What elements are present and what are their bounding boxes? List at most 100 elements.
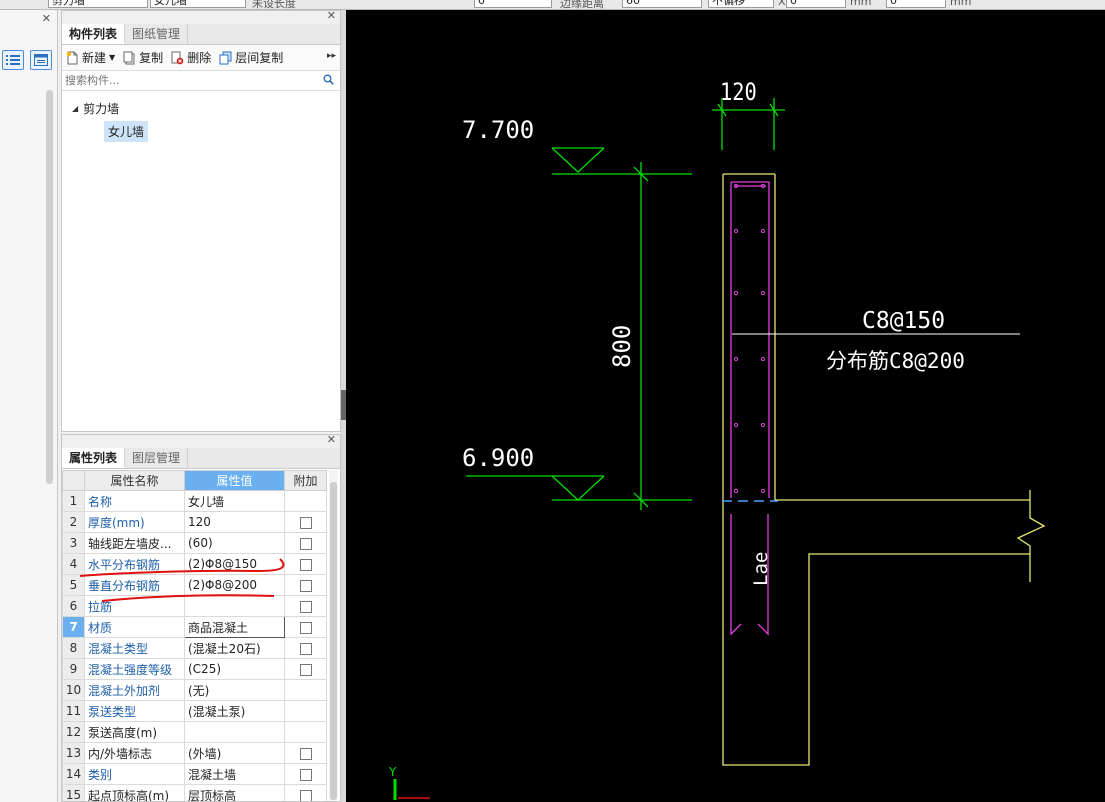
property-row[interactable]: 15 起点顶标高(m) 层顶标高 — [62, 784, 327, 801]
property-row[interactable]: 13 内/外墙标志 (外墙) — [62, 742, 327, 764]
property-row[interactable]: 10 混凝土外加剂 (无) — [62, 679, 327, 701]
extra-checkbox[interactable] — [299, 537, 312, 550]
property-row[interactable]: 3 轴线距左墙皮... (60) — [62, 532, 327, 554]
property-value[interactable] — [184, 595, 285, 617]
property-row[interactable]: 9 混凝土强度等级 (C25) — [62, 658, 327, 680]
collapse-arrow-icon[interactable]: ◢ — [72, 104, 78, 113]
left-nav-pane: ✕ — [0, 10, 58, 802]
component-tree: ◢ 剪力墙 女儿墙 — [62, 91, 340, 142]
extra-cell — [284, 616, 327, 638]
property-name: 名称 — [84, 490, 185, 512]
floor-copy-button-label: 层间复制 — [235, 51, 284, 65]
tab-drawing-management[interactable]: 图纸管理 — [125, 24, 189, 44]
left-pane-scrollbar[interactable] — [46, 90, 53, 484]
list-view-icon — [6, 55, 20, 65]
extra-checkbox[interactable] — [299, 663, 312, 676]
extra-checkbox[interactable] — [299, 789, 312, 801]
property-row[interactable]: 1 名称 女儿墙 — [62, 490, 327, 512]
property-value[interactable]: (无) — [184, 679, 285, 701]
tab-property-list[interactable]: 属性列表 — [62, 448, 126, 468]
property-row[interactable]: 7 材质 商品混凝土 — [62, 616, 327, 638]
extra-checkbox[interactable] — [299, 747, 312, 760]
property-value[interactable]: (外墙) — [184, 742, 285, 764]
row-number: 12 — [62, 721, 85, 743]
extra-checkbox[interactable] — [299, 768, 312, 781]
property-name: 起点顶标高(m) — [84, 784, 185, 801]
more-tools-icon[interactable]: ▸▸ — [327, 51, 336, 61]
extra-checkbox[interactable] — [299, 579, 312, 592]
row-number: 9 — [62, 658, 85, 680]
property-row[interactable]: 4 水平分布钢筋 (2)Φ8@150 — [62, 553, 327, 575]
row-number: 10 — [62, 679, 85, 701]
edge-distance-input[interactable]: 60 — [622, 0, 702, 8]
close-icon[interactable]: ✕ — [327, 435, 336, 446]
extra-cell — [284, 490, 327, 512]
property-row[interactable]: 14 类别 混凝土墙 — [62, 763, 327, 785]
tree-item-parapet[interactable]: 女儿墙 — [104, 121, 149, 142]
close-icon[interactable]: ✕ — [42, 12, 51, 25]
property-value[interactable]: (2)Φ8@150 — [184, 553, 285, 575]
x-offset-input[interactable]: 0 — [786, 0, 846, 8]
extra-cell — [284, 700, 327, 722]
property-value[interactable]: 120 — [184, 511, 285, 533]
tab-component-list[interactable]: 构件列表 — [62, 24, 126, 44]
property-value[interactable] — [184, 721, 285, 743]
extra-checkbox[interactable] — [299, 600, 312, 613]
property-row[interactable]: 8 混凝土类型 (混凝土20石) — [62, 637, 327, 659]
property-row[interactable]: 5 垂直分布钢筋 (2)Φ8@200 — [62, 574, 327, 596]
list-view-button[interactable] — [2, 50, 24, 70]
search-icon[interactable] — [323, 74, 334, 85]
drawing-canvas[interactable]: 120 7.700 6.900 800 C8@150 分布筋C8@200 Lae… — [346, 10, 1105, 802]
component-toolbar: 新建 ▼ 复制 删除 层间复制 ▸▸ — [62, 45, 340, 71]
length-input[interactable]: 0 — [474, 0, 552, 8]
tab-layer-management[interactable]: 图层管理 — [125, 448, 189, 468]
y-offset-input[interactable]: 0 — [886, 0, 946, 8]
property-value[interactable]: 女儿墙 — [184, 490, 285, 512]
x-unit-label: mm — [850, 0, 872, 8]
property-list-panel: ✕ 属性列表 图层管理 属性名称 属性值 附加 1 名称 女儿墙 2 厚度(mm) 120… — [61, 434, 341, 802]
extra-checkbox[interactable] — [299, 642, 312, 655]
property-value[interactable]: 层顶标高 — [184, 784, 285, 801]
new-button-label: 新建 — [82, 51, 107, 65]
property-name: 泵送类型 — [84, 700, 185, 722]
component-type-select[interactable]: 剪力墙 — [48, 0, 148, 8]
extra-checkbox[interactable] — [299, 558, 312, 571]
tree-node-shear-wall[interactable]: ◢ 剪力墙 — [72, 97, 340, 119]
property-value[interactable]: 商品混凝土 — [184, 616, 285, 638]
property-row[interactable]: 6 拉筋 — [62, 595, 327, 617]
property-value[interactable]: (C25) — [184, 658, 285, 680]
row-number: 15 — [62, 784, 85, 801]
row-number: 11 — [62, 700, 85, 722]
property-value[interactable]: (混凝土20石) — [184, 637, 285, 659]
property-value[interactable]: 混凝土墙 — [184, 763, 285, 785]
component-name-select[interactable]: 女儿墙 — [150, 0, 246, 8]
property-value[interactable]: (混凝土泵) — [184, 700, 285, 722]
extra-checkbox[interactable] — [299, 516, 312, 529]
card-view-button[interactable] — [30, 50, 52, 70]
property-row[interactable]: 11 泵送类型 (混凝土泵) — [62, 700, 327, 722]
property-scrollbar[interactable] — [329, 470, 338, 801]
row-number: 7 — [62, 616, 85, 638]
property-row[interactable]: 2 厚度(mm) 120 — [62, 511, 327, 533]
property-value[interactable]: (60) — [184, 532, 285, 554]
component-search-input[interactable] — [62, 71, 340, 90]
extra-header: 附加 — [284, 470, 327, 491]
close-icon[interactable]: ✕ — [327, 9, 336, 22]
row-number: 2 — [62, 511, 85, 533]
extra-cell — [284, 637, 327, 659]
property-table: 属性名称 属性值 附加 1 名称 女儿墙 2 厚度(mm) 120 3 轴线距左墙皮... (6… — [62, 470, 327, 801]
app-window: 剪力墙 女儿墙 未设长度 0 边缘距离 60 不偏移 X 0 mm 0 mm ✕… — [0, 0, 1105, 802]
delete-button[interactable]: 删除 — [171, 49, 211, 66]
vertical-rebar-label: 分布筋C8@200 — [826, 349, 965, 373]
x-label: X — [778, 0, 786, 8]
offset-select[interactable]: 不偏移 — [708, 0, 774, 8]
delete-icon — [171, 51, 184, 64]
floor-copy-button[interactable]: 层间复制 — [219, 49, 283, 66]
extra-checkbox[interactable] — [299, 621, 312, 634]
property-row[interactable]: 12 泵送高度(m) — [62, 721, 327, 743]
scrollbar-thumb[interactable] — [330, 482, 337, 800]
copy-button[interactable]: 复制 — [123, 49, 163, 66]
new-button[interactable]: 新建 ▼ — [66, 49, 115, 66]
property-name-header: 属性名称 — [84, 470, 185, 491]
property-value[interactable]: (2)Φ8@200 — [184, 574, 285, 596]
